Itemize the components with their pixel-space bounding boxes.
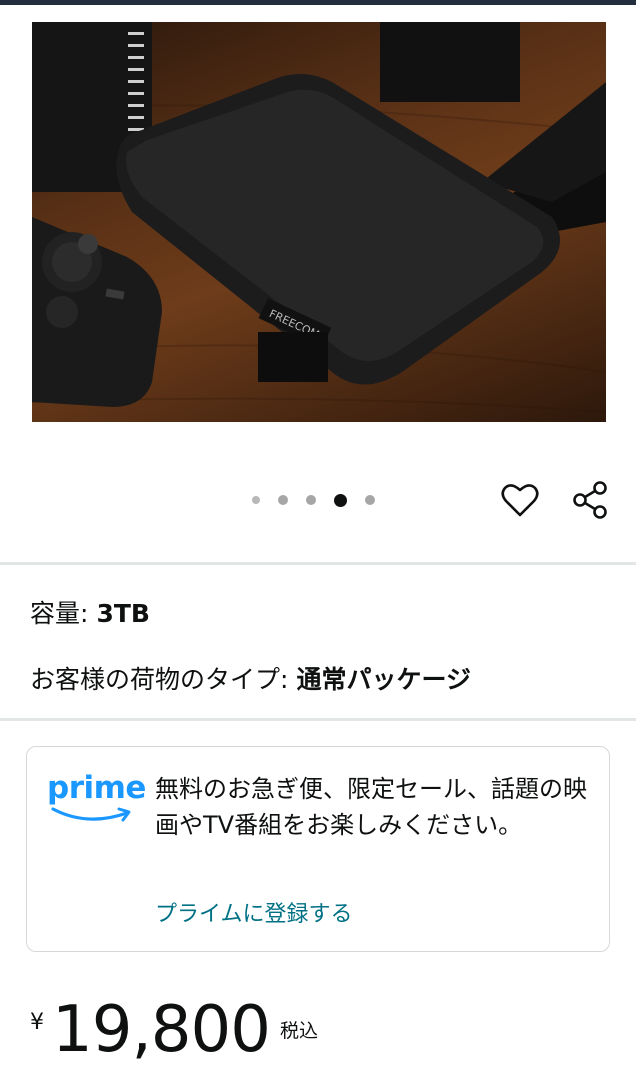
prime-description: 無料のお急ぎ便、限定セール、話題の映画やTV番組をお楽しみください。 — [155, 775, 587, 839]
price-amount: 19,800 — [52, 993, 271, 1067]
attribute-package-type: お客様の荷物のタイプ: 通常パッケージ — [30, 664, 471, 696]
top-bar — [0, 0, 636, 5]
attribute-capacity: 容量: 3TB — [30, 598, 150, 630]
prime-promo-card: prime 無料のお急ぎ便、限定セール、話題の映画やTV番組をお楽しみください。… — [26, 746, 610, 952]
price-tax-note: 税込 — [280, 1020, 319, 1042]
heart-icon — [501, 484, 539, 517]
favorite-button[interactable] — [498, 478, 542, 522]
prime-signup-link[interactable]: プライムに登録する — [155, 899, 353, 931]
product-image[interactable]: FREECOM — [32, 22, 606, 422]
prime-logo-text: prime — [47, 770, 146, 806]
attribute-label: 容量: — [30, 599, 89, 628]
prime-smile-icon — [51, 807, 131, 822]
price-currency: ¥ — [30, 1010, 44, 1035]
carousel-dot[interactable] — [365, 495, 375, 505]
share-button[interactable] — [568, 478, 612, 522]
carousel-dot[interactable] — [306, 495, 316, 505]
carousel-dot[interactable] — [252, 496, 260, 504]
prime-logo: prime — [47, 770, 146, 831]
attribute-label: お客様の荷物のタイプ: — [30, 665, 289, 694]
carousel-dot-active[interactable] — [334, 493, 347, 507]
section-divider — [0, 718, 636, 721]
carousel-dot[interactable] — [278, 495, 288, 505]
attribute-value: 通常パッケージ — [296, 665, 471, 694]
section-divider — [0, 562, 636, 565]
attribute-value: 3TB — [96, 599, 150, 628]
share-icon — [573, 481, 607, 519]
image-carousel-dots[interactable] — [252, 490, 393, 510]
